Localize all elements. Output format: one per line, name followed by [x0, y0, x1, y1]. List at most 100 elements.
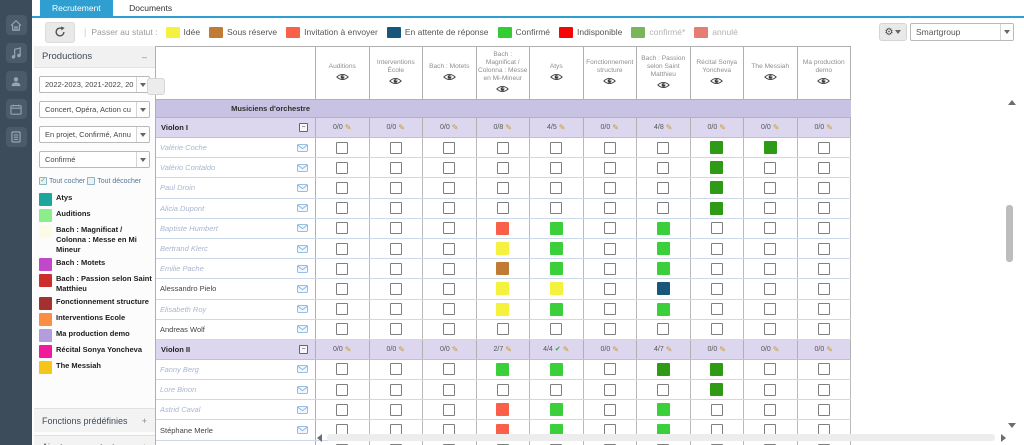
- status-checkbox[interactable]: [443, 404, 455, 416]
- rail-button-home[interactable]: [6, 15, 27, 35]
- edit-pencil-icon[interactable]: ✎: [345, 345, 352, 354]
- status-checkbox[interactable]: [336, 404, 348, 416]
- status-checkbox[interactable]: [657, 323, 669, 335]
- status-square-confirmed2[interactable]: [710, 141, 723, 154]
- eye-icon[interactable]: [817, 77, 830, 85]
- status-checkbox[interactable]: [497, 142, 509, 154]
- edit-pencil-icon[interactable]: ✎: [826, 345, 833, 354]
- status-square-confirmed2[interactable]: [710, 181, 723, 194]
- send-mail-button[interactable]: [297, 245, 308, 253]
- status-square-confirmed2[interactable]: [764, 141, 777, 154]
- status-checkbox[interactable]: [604, 243, 616, 255]
- eye-icon[interactable]: [496, 85, 509, 93]
- send-mail-button[interactable]: [297, 265, 308, 273]
- status-checkbox[interactable]: [390, 363, 402, 375]
- status-checkbox[interactable]: [443, 162, 455, 174]
- status-square-confirmed[interactable]: [550, 242, 563, 255]
- status-checkbox[interactable]: [711, 283, 723, 295]
- eye-icon[interactable]: [443, 73, 456, 81]
- status-checkbox[interactable]: [818, 202, 830, 214]
- column-header[interactable]: Atys: [530, 47, 584, 100]
- status-square-confirmed[interactable]: [657, 242, 670, 255]
- group-count-cell[interactable]: 4/8✎: [637, 118, 691, 137]
- edit-pencil-icon[interactable]: ✎: [563, 345, 570, 354]
- status-square-confirmed2[interactable]: [710, 383, 723, 396]
- status-checkbox[interactable]: [764, 404, 776, 416]
- status-checkbox[interactable]: [443, 202, 455, 214]
- status-swatch[interactable]: [166, 27, 180, 38]
- eye-icon[interactable]: [603, 77, 616, 85]
- status-square-confirmed[interactable]: [657, 303, 670, 316]
- status-checkbox[interactable]: [336, 182, 348, 194]
- status-checkbox[interactable]: [818, 182, 830, 194]
- send-mail-button[interactable]: [297, 285, 308, 293]
- edit-pencil-icon[interactable]: ✎: [398, 123, 405, 132]
- edit-pencil-icon[interactable]: ✎: [719, 345, 726, 354]
- status-checkbox[interactable]: [764, 303, 776, 315]
- status-square-waiting[interactable]: [657, 282, 670, 295]
- production-list-item[interactable]: Ma production demo: [39, 329, 152, 342]
- edit-pencil-icon[interactable]: ✎: [612, 345, 619, 354]
- status-square-confirmed2[interactable]: [710, 202, 723, 215]
- tab-documents[interactable]: Documents: [117, 0, 184, 16]
- group-count-cell[interactable]: 0/0✎: [370, 340, 424, 359]
- status-checkbox[interactable]: [390, 142, 402, 154]
- status-checkbox[interactable]: [550, 142, 562, 154]
- status-swatch[interactable]: [209, 27, 223, 38]
- status-checkbox[interactable]: [818, 222, 830, 234]
- filter-select-3[interactable]: Confirmé: [39, 151, 150, 168]
- column-header[interactable]: Auditions: [316, 47, 370, 100]
- group-count-cell[interactable]: 4/5✎: [530, 118, 584, 137]
- group-count-cell[interactable]: 4/4✔✎: [530, 340, 584, 359]
- status-checkbox[interactable]: [443, 303, 455, 315]
- production-list-item[interactable]: The Messiah: [39, 361, 152, 374]
- send-mail-button[interactable]: [297, 305, 308, 313]
- edit-pencil-icon[interactable]: ✎: [773, 345, 780, 354]
- status-checkbox[interactable]: [604, 283, 616, 295]
- edit-pencil-icon[interactable]: ✎: [559, 123, 566, 132]
- send-mail-button[interactable]: [297, 204, 308, 212]
- status-checkbox[interactable]: [604, 222, 616, 234]
- status-checkbox[interactable]: [390, 222, 402, 234]
- status-checkbox[interactable]: [818, 404, 830, 416]
- group-count-cell[interactable]: 0/8✎: [477, 118, 531, 137]
- edit-pencil-icon[interactable]: ✎: [505, 123, 512, 132]
- status-checkbox[interactable]: [604, 323, 616, 335]
- edit-pencil-icon[interactable]: ✎: [719, 123, 726, 132]
- edit-pencil-icon[interactable]: ✎: [666, 345, 673, 354]
- rail-button-people[interactable]: [6, 71, 27, 91]
- status-checkbox[interactable]: [390, 384, 402, 396]
- status-checkbox[interactable]: [550, 323, 562, 335]
- horizontal-scrollbar-thumb[interactable]: [327, 434, 995, 441]
- status-checkbox[interactable]: [764, 162, 776, 174]
- scroll-down-icon[interactable]: [1008, 423, 1016, 428]
- status-checkbox[interactable]: [390, 243, 402, 255]
- status-checkbox[interactable]: [604, 162, 616, 174]
- status-square-invite[interactable]: [496, 222, 509, 235]
- status-checkbox[interactable]: [764, 384, 776, 396]
- panel-collapse-handle[interactable]: [147, 78, 165, 95]
- status-checkbox[interactable]: [390, 202, 402, 214]
- status-checkbox[interactable]: [390, 263, 402, 275]
- productions-panel-header[interactable]: Productions –: [34, 46, 155, 68]
- status-checkbox[interactable]: [657, 202, 669, 214]
- status-square-idea[interactable]: [496, 282, 509, 295]
- status-checkbox[interactable]: [336, 263, 348, 275]
- status-checkbox[interactable]: [443, 384, 455, 396]
- filter-select-2[interactable]: En projet, Confirmé, Annu: [39, 126, 150, 143]
- status-square-confirmed[interactable]: [550, 222, 563, 235]
- tab-recrutement[interactable]: Recrutement: [40, 0, 113, 16]
- status-checkbox[interactable]: [711, 243, 723, 255]
- status-swatch[interactable]: [694, 27, 708, 38]
- status-swatch[interactable]: [286, 27, 300, 38]
- edit-pencil-icon[interactable]: ✎: [773, 123, 780, 132]
- status-checkbox[interactable]: [604, 182, 616, 194]
- status-square-confirmed[interactable]: [657, 222, 670, 235]
- status-checkbox[interactable]: [764, 263, 776, 275]
- column-header[interactable]: Bach : Magnificat / Colonna : Messe en M…: [477, 47, 531, 100]
- status-square-idea[interactable]: [496, 303, 509, 316]
- status-checkbox[interactable]: [604, 202, 616, 214]
- status-checkbox[interactable]: [390, 404, 402, 416]
- status-checkbox[interactable]: [818, 363, 830, 375]
- status-swatch[interactable]: [559, 27, 573, 38]
